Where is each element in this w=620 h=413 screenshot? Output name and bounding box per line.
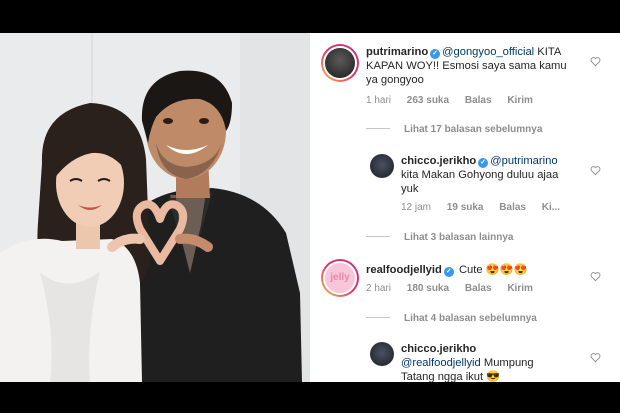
comment-text: chicco.jerikho @realfoodjellyid Mumpung …: [401, 342, 597, 382]
view-replies-link[interactable]: Lihat 4 balasan sebelumnya: [366, 313, 537, 324]
comment-username[interactable]: chicco.jerikho: [401, 343, 476, 355]
avatar[interactable]: [370, 154, 394, 178]
divider: [366, 128, 390, 129]
avatar[interactable]: [321, 44, 359, 82]
reply-button[interactable]: Balas: [465, 283, 492, 294]
like-heart-icon[interactable]: [590, 165, 601, 176]
photo-illustration: [0, 33, 310, 382]
top-letterbox: [0, 0, 620, 33]
reply-button[interactable]: Balas: [499, 202, 526, 213]
comment-body: Tatang ngga ikut 😎: [401, 371, 501, 382]
comment-time: 1 hari: [366, 95, 392, 106]
comment-body: kita Makan Gohyong duluu ajaa: [401, 169, 559, 181]
comment-time: 2 hari: [366, 283, 392, 294]
comment-text: realfoodjellyid ✓ Cute 😍😍😍: [366, 263, 598, 277]
verified-badge-icon: ✓: [430, 49, 441, 59]
send-button[interactable]: Kirim: [507, 283, 533, 294]
comment-meta: 2 hari 180 suka Balas Kirim: [366, 283, 546, 294]
like-heart-icon[interactable]: [590, 352, 601, 363]
divider: [366, 236, 390, 237]
send-button[interactable]: Kirim: [507, 95, 533, 106]
comment-body: KITA: [534, 46, 562, 58]
comment-likes[interactable]: 263 suka: [407, 95, 449, 106]
view-replies-label: Lihat 17 balasan sebelumnya: [404, 124, 543, 135]
verified-badge-icon: ✓: [443, 267, 454, 277]
avatar[interactable]: jelly: [321, 259, 359, 297]
like-heart-icon[interactable]: [590, 271, 601, 282]
bottom-letterbox: [0, 382, 620, 413]
divider: [366, 317, 390, 318]
reply-button[interactable]: Balas: [465, 95, 492, 106]
comment-body: Mumpung: [480, 357, 534, 369]
view-replies-label: Lihat 4 balasan sebelumnya: [404, 313, 537, 324]
mention-link[interactable]: @putrimarino: [490, 155, 557, 167]
comment-likes[interactable]: 19 suka: [447, 202, 484, 213]
comment-body: Cute 😍😍😍: [458, 264, 528, 276]
comment-text: putrimarino ✓ @gongyoo_official KITA KAPAN…: [366, 45, 598, 87]
comment-likes[interactable]: 180 suka: [407, 283, 449, 294]
post-photo: [0, 33, 310, 382]
verified-badge-icon: ✓: [478, 158, 489, 168]
comment-body: KAPAN WOY!! Esmosi saya sama kamu: [366, 60, 567, 72]
comment-meta: 1 hari 263 suka Balas Kirim: [366, 95, 546, 106]
comments-panel: putrimarino ✓ @gongyoo_official KITA KAPAN…: [310, 33, 620, 382]
like-heart-icon[interactable]: [590, 56, 601, 67]
comment-meta: 12 jam 19 suka Balas Ki...: [401, 202, 573, 213]
jelly-logo: jelly: [323, 261, 357, 295]
mention-link[interactable]: @realfoodjellyid: [401, 357, 481, 369]
comment-username[interactable]: realfoodjellyid: [366, 264, 442, 276]
comment-text: chicco.jerikho ✓ @putrimarino kita Makan G…: [401, 154, 597, 196]
view-replies-link[interactable]: Lihat 17 balasan sebelumnya: [366, 124, 542, 135]
view-replies-link[interactable]: Lihat 3 balasan lainnya: [366, 232, 513, 243]
avatar[interactable]: [370, 342, 394, 366]
comment-username[interactable]: putrimarino: [366, 46, 428, 58]
comment-username[interactable]: chicco.jerikho: [401, 155, 476, 167]
comment-time: 12 jam: [401, 202, 432, 213]
send-button[interactable]: Ki...: [542, 202, 560, 213]
comment-body: yuk: [401, 183, 419, 195]
view-replies-label: Lihat 3 balasan lainnya: [404, 232, 514, 243]
comment-body: ya gongyoo: [366, 74, 424, 86]
mention-link[interactable]: @gongyoo_official: [442, 46, 534, 58]
